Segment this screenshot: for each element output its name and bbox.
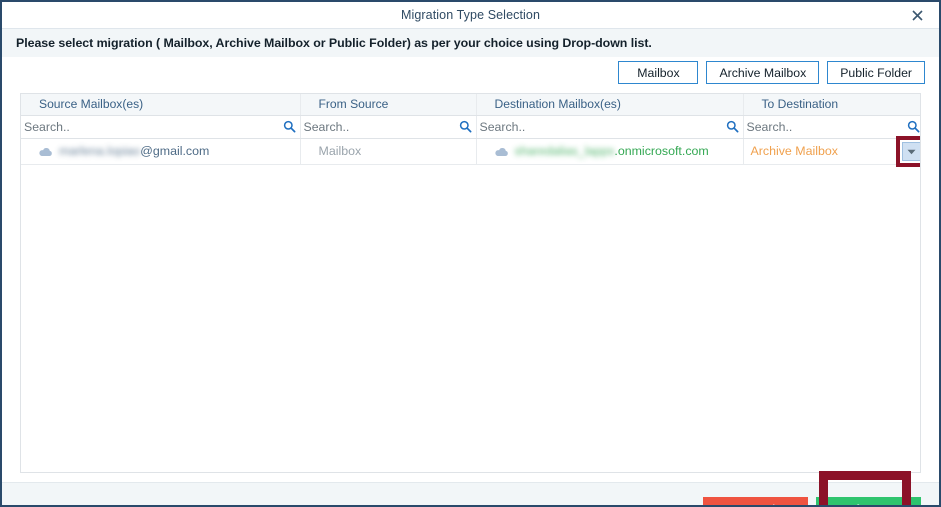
footer-button-group: Cancel Migrate [703,471,921,505]
chevron-down-icon [907,139,916,164]
dialog-footer: Cancel Migrate [2,471,939,505]
search-cell-source [21,115,301,139]
migrate-button-wrapper: Migrate [816,471,921,505]
mailbox-mapping-grid: Source Mailbox(es) From Source Destinati… [20,93,921,473]
migration-type-selection-dialog: Migration Type Selection Please select m… [0,0,941,507]
from-source-value: Mailbox [318,143,362,158]
search-cell-destination [476,115,744,139]
mailbox-button[interactable]: Mailbox [618,61,699,84]
column-header-source-mailboxes: Source Mailbox(es) [21,94,301,116]
cancel-button[interactable]: Cancel [703,497,808,505]
cell-source-mailbox[interactable]: marlena.lopiao@gmail.com [21,138,301,165]
search-cell-from-source [300,115,477,139]
cell-destination-mailbox[interactable]: sharedalias_lapps.onmicrosoft.com [476,138,744,165]
destination-mailbox-address: sharedalias_lapps.onmicrosoft.com [515,144,709,158]
window-title: Migration Type Selection [400,8,541,22]
migration-type-button-group: Mailbox Archive Mailbox Public Folder [618,61,925,84]
search-icon[interactable] [907,120,920,133]
search-icon[interactable] [726,120,739,133]
cloud-icon [494,146,509,157]
grid-header-row: Source Mailbox(es) From Source Destinati… [21,94,920,116]
source-mailbox-domain: @gmail.com [140,144,210,158]
table-row[interactable]: marlena.lopiao@gmail.com Mailbox shareda… [21,135,920,167]
public-folder-button[interactable]: Public Folder [827,61,925,84]
source-mailbox-address: marlena.lopiao@gmail.com [59,144,209,158]
search-input-from-source[interactable] [303,119,459,134]
cell-to-destination[interactable]: Archive Mailbox [743,135,920,167]
instruction-bar: Please select migration ( Mailbox, Archi… [2,29,939,57]
grid-search-row [21,115,920,139]
archive-mailbox-button[interactable]: Archive Mailbox [706,61,820,84]
search-icon[interactable] [283,120,296,133]
instruction-text: Please select migration ( Mailbox, Archi… [16,36,652,50]
close-icon[interactable] [903,2,931,28]
search-input-destination[interactable] [479,119,726,134]
destination-mailbox-redacted-part: sharedalias_lapps [514,144,615,158]
to-destination-dropdown-wrapper [896,135,920,167]
window-titlebar: Migration Type Selection [2,2,939,29]
destination-mailbox-domain: .onmicrosoft.com [614,144,709,158]
cell-from-source[interactable]: Mailbox [300,138,477,165]
migrate-button[interactable]: Migrate [816,497,921,505]
search-icon[interactable] [459,120,472,133]
search-cell-to-destination [743,115,920,139]
cloud-icon [38,146,53,157]
source-mailbox-redacted-part: marlena.lopiao [59,144,141,158]
to-destination-dropdown-button[interactable] [902,139,920,164]
column-header-destination-mailboxes: Destination Mailbox(es) [476,94,744,116]
column-header-to-destination: To Destination [743,94,920,116]
column-header-from-source: From Source [300,94,477,116]
dialog-content: Mailbox Archive Mailbox Public Folder So… [2,57,939,482]
search-input-source[interactable] [24,119,283,134]
search-input-to-destination[interactable] [746,119,907,134]
to-destination-value: Archive Mailbox [750,143,838,158]
